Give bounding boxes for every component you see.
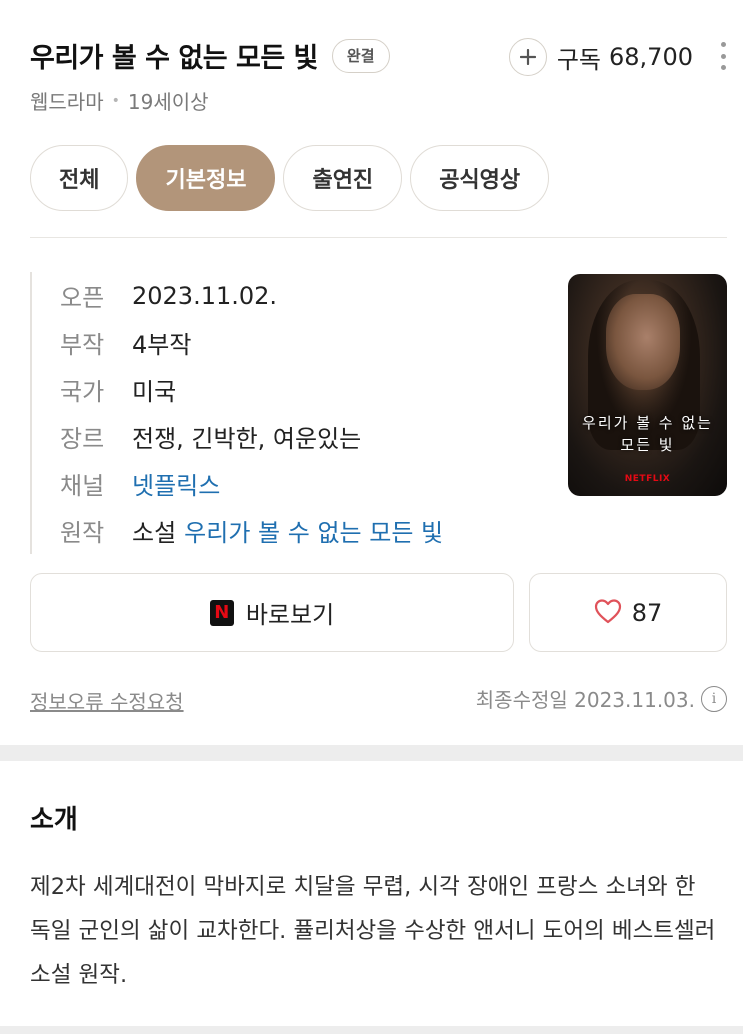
info-key: 장르 bbox=[60, 425, 105, 453]
last-modified: 최종수정일 2023.11.03. i bbox=[476, 684, 727, 713]
info-icon[interactable]: i bbox=[701, 685, 727, 712]
category-text[interactable]: 웹드라마 bbox=[30, 86, 104, 115]
last-modified-text: 최종수정일 2023.11.03. bbox=[475, 688, 695, 712]
kebab-menu-icon[interactable] bbox=[719, 42, 727, 70]
like-count: 87 bbox=[631, 598, 663, 627]
watch-now-label: 바로보기 bbox=[245, 601, 335, 629]
info-key: 오픈 bbox=[60, 284, 105, 312]
age-rating-text: 19세이상 bbox=[127, 90, 209, 114]
like-button[interactable]: 87 bbox=[529, 573, 727, 652]
drama-info-panel: 우리가 볼 수 없는 모든 빛 완결 구독 68,700 웹드라마 • 19세이… bbox=[0, 0, 743, 745]
meta-row: 웹드라마 • 19세이상 bbox=[30, 86, 209, 115]
poster-title-line: 우리가 볼 수 없는 bbox=[582, 414, 713, 432]
tab-basic-info[interactable]: 기본정보 bbox=[136, 145, 276, 211]
netflix-logo-icon: N bbox=[209, 599, 234, 626]
info-row-original: 원작 소설 우리가 볼 수 없는 모든 빛 bbox=[60, 507, 443, 554]
section-separator bbox=[0, 745, 743, 761]
info-value: 4부작 bbox=[132, 331, 192, 359]
info-row-genre: 장르 전쟁, 긴박한, 여운있는 bbox=[60, 413, 443, 460]
plus-icon bbox=[508, 38, 547, 76]
info-list: 오픈 2023.11.02. 부작 4부작 국가 미국 장르 전쟁, 긴박한, … bbox=[30, 272, 443, 554]
channel-link[interactable]: 넷플릭스 bbox=[132, 466, 220, 501]
tab-cast[interactable]: 출연진 bbox=[283, 145, 403, 211]
tab-bar: 전체 기본정보 출연진 공식영상 bbox=[30, 145, 557, 211]
divider bbox=[30, 237, 727, 238]
poster-title: 우리가 볼 수 없는 모든 빛 bbox=[568, 412, 727, 456]
info-key: 원작 bbox=[60, 519, 105, 547]
intro-title: 소개 bbox=[30, 805, 78, 835]
info-value: 미국 bbox=[132, 378, 177, 406]
info-row-open: 오픈 2023.11.02. bbox=[60, 272, 443, 319]
page-title: 우리가 볼 수 없는 모든 빛 bbox=[30, 43, 318, 74]
section-separator bbox=[0, 1026, 743, 1034]
report-error-link[interactable]: 정보오류 수정요청 bbox=[30, 686, 184, 715]
watch-now-button[interactable]: N 바로보기 bbox=[30, 573, 514, 652]
subscribe-count: 68,700 bbox=[609, 43, 693, 71]
title-row: 우리가 볼 수 없는 모든 빛 완결 bbox=[30, 36, 390, 75]
poster-face bbox=[606, 294, 680, 390]
tab-all[interactable]: 전체 bbox=[30, 145, 129, 211]
info-key: 국가 bbox=[60, 378, 105, 406]
poster-image[interactable]: 우리가 볼 수 없는 모든 빛 NETFLIX bbox=[568, 274, 727, 496]
poster-logo: NETFLIX bbox=[624, 474, 671, 484]
info-value: 2023.11.02. bbox=[132, 281, 278, 310]
heart-icon bbox=[594, 598, 622, 628]
status-badge: 완결 bbox=[331, 38, 390, 73]
original-work-link[interactable]: 우리가 볼 수 없는 모든 빛 bbox=[184, 513, 443, 548]
subscribe-button[interactable]: 구독 68,700 bbox=[508, 38, 693, 76]
info-row-country: 국가 미국 bbox=[60, 366, 443, 413]
info-row-episodes: 부작 4부작 bbox=[60, 319, 443, 366]
info-value: 전쟁, 긴박한, 여운있는 bbox=[132, 425, 362, 453]
poster-title-line: 모든 빛 bbox=[620, 436, 675, 454]
info-key: 채널 bbox=[60, 472, 105, 500]
tab-official-video[interactable]: 공식영상 bbox=[410, 145, 550, 211]
info-key: 부작 bbox=[60, 331, 105, 359]
intro-section: 소개 제2차 세계대전이 막바지로 치달을 무렵, 시각 장애인 프랑스 소녀와… bbox=[0, 761, 743, 1026]
subscribe-label: 구독 bbox=[556, 45, 602, 74]
original-type: 소설 bbox=[132, 519, 177, 547]
info-row-channel: 채널 넷플릭스 bbox=[60, 460, 443, 507]
intro-body: 제2차 세계대전이 막바지로 치달을 무렵, 시각 장애인 프랑스 소녀와 한 … bbox=[30, 874, 716, 988]
separator-dot: • bbox=[111, 92, 120, 109]
